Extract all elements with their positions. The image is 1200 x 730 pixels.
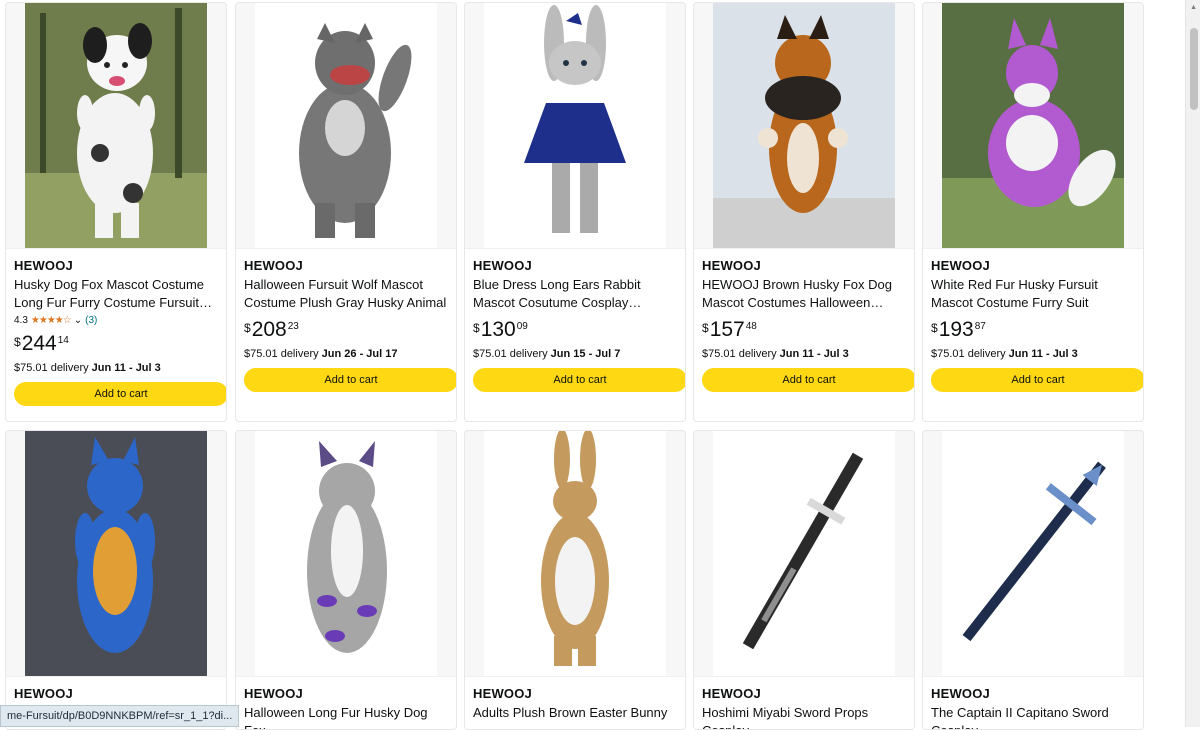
product-card[interactable]: HEWOOJ Blue Dress Long Ears Rabbit Masco… <box>464 2 686 422</box>
product-brand: HEWOOJ <box>14 686 73 701</box>
add-to-cart-button[interactable]: Add to cart <box>14 382 226 406</box>
product-price: $ 208 23 <box>244 318 299 341</box>
product-grid: HEWOOJ Husky Dog Fox Mascot Costume Long… <box>0 0 1180 730</box>
rating-count[interactable]: (3) <box>85 315 97 326</box>
product-brand: HEWOOJ <box>702 258 761 273</box>
product-brand: HEWOOJ <box>931 258 990 273</box>
product-image-wolf-gray[interactable] <box>236 3 456 249</box>
product-card[interactable]: HEWOOJ Halloween Long Fur Husky Dog Fox <box>235 430 457 730</box>
rating-value: 4.3 <box>14 315 28 326</box>
status-bar: me-Fursuit/dp/B0D9NNKBPM/ref=sr_1_1?di..… <box>0 705 240 727</box>
product-image-brown-husky[interactable] <box>694 3 914 249</box>
add-to-cart-button[interactable]: Add to cart <box>244 368 456 392</box>
product-image-blue-dress-rabbit[interactable] <box>465 3 685 249</box>
product-title[interactable]: Halloween Fursuit Wolf Mascot Costume Pl… <box>244 276 448 312</box>
product-price: $ 130 09 <box>473 318 528 341</box>
product-image-purple-husky[interactable] <box>923 3 1143 249</box>
status-url: me-Fursuit/dp/B0D9NNKBPM/ref=sr_1_1?di..… <box>7 710 233 722</box>
add-to-cart-button[interactable]: Add to cart <box>931 368 1143 392</box>
scrollbar-thumb[interactable] <box>1190 28 1198 110</box>
stars-icon: ★★★★☆ <box>30 315 72 326</box>
product-card[interactable]: HEWOOJ Halloween Fursuit Wolf Mascot Cos… <box>235 2 457 422</box>
add-to-cart-button[interactable]: Add to cart <box>473 368 685 392</box>
product-brand: HEWOOJ <box>702 686 761 701</box>
product-image-husky-white[interactable] <box>6 3 226 249</box>
delivery-info: $75.01 delivery Jun 15 - Jul 7 <box>473 348 621 360</box>
product-brand: HEWOOJ <box>244 686 303 701</box>
product-card[interactable]: HEWOOJ The Captain II Capitano Sword Cos… <box>922 430 1144 730</box>
product-card[interactable]: HEWOOJ White Red Fur Husky Fursuit Masco… <box>922 2 1144 422</box>
product-image-blue-wolf[interactable] <box>6 431 226 677</box>
product-card[interactable]: HEWOOJ HEWOOJ Brown Husky Fox Dog Mascot… <box>693 2 915 422</box>
product-price: $ 193 87 <box>931 318 986 341</box>
product-title[interactable]: HEWOOJ Brown Husky Fox Dog Mascot Costum… <box>702 276 906 312</box>
delivery-info: $75.01 delivery Jun 11 - Jul 3 <box>702 348 849 360</box>
product-title[interactable]: The Captain II Capitano Sword Cosplay <box>931 704 1135 729</box>
product-brand: HEWOOJ <box>473 686 532 701</box>
product-image-brown-bunny[interactable] <box>465 431 685 677</box>
product-price: $ 244 14 <box>14 332 69 355</box>
vertical-scrollbar[interactable]: ▲ <box>1185 0 1200 727</box>
product-title[interactable]: Halloween Long Fur Husky Dog Fox <box>244 704 448 729</box>
product-title[interactable]: Husky Dog Fox Mascot Costume Long Fur Fu… <box>14 276 218 312</box>
product-card[interactable]: HEWOOJ <box>5 430 227 730</box>
product-brand: HEWOOJ <box>473 258 532 273</box>
product-title[interactable]: Hoshimi Miyabi Sword Props Cosplay <box>702 704 906 729</box>
add-to-cart-button[interactable]: Add to cart <box>702 368 914 392</box>
product-card[interactable]: HEWOOJ Adults Plush Brown Easter Bunny <box>464 430 686 730</box>
product-brand: HEWOOJ <box>931 686 990 701</box>
product-title[interactable]: Adults Plush Brown Easter Bunny <box>473 704 677 729</box>
product-card[interactable]: HEWOOJ Husky Dog Fox Mascot Costume Long… <box>5 2 227 422</box>
product-image-gray-purple-husky[interactable] <box>236 431 456 677</box>
product-card[interactable]: HEWOOJ Hoshimi Miyabi Sword Props Cospla… <box>693 430 915 730</box>
product-title[interactable]: White Red Fur Husky Fursuit Mascot Costu… <box>931 276 1135 312</box>
product-image-capitano-sword[interactable] <box>923 431 1143 677</box>
product-brand: HEWOOJ <box>14 258 73 273</box>
product-title[interactable]: Blue Dress Long Ears Rabbit Mascot Cosut… <box>473 276 677 312</box>
product-brand: HEWOOJ <box>244 258 303 273</box>
product-price: $ 157 48 <box>702 318 757 341</box>
product-rating[interactable]: 4.3 ★★★★☆ ⌄ (3) <box>14 315 218 326</box>
delivery-info: $75.01 delivery Jun 11 - Jul 3 <box>14 362 161 374</box>
scroll-up-icon[interactable]: ▲ <box>1190 4 1197 11</box>
chevron-down-icon[interactable]: ⌄ <box>74 315 82 326</box>
product-image-sword-katana[interactable] <box>694 431 914 677</box>
delivery-info: $75.01 delivery Jun 26 - Jul 17 <box>244 348 398 360</box>
delivery-info: $75.01 delivery Jun 11 - Jul 3 <box>931 348 1078 360</box>
